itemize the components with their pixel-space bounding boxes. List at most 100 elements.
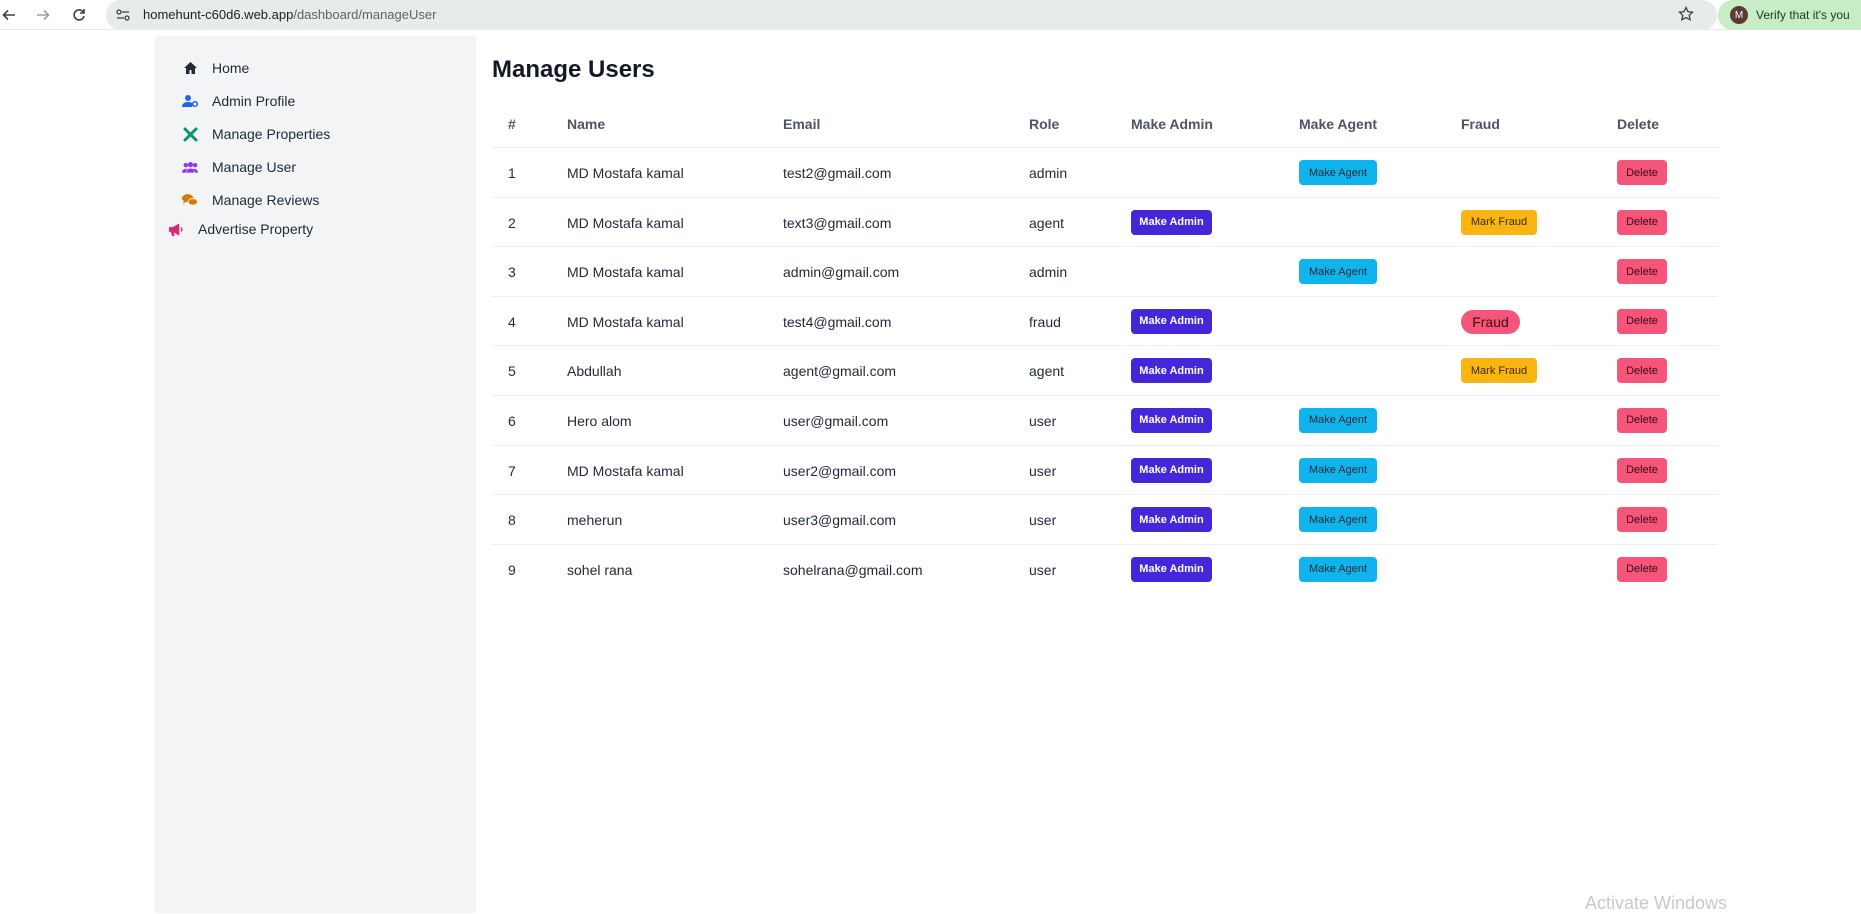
row-number: 9 [508,561,516,578]
user-role: user [1029,462,1057,479]
delete-button[interactable]: Delete [1617,407,1667,433]
mark-fraud-button[interactable]: Mark Fraud [1461,209,1537,235]
table-row: 3 MD Mostafa kamal admin@gmail.com admin Mak… [492,246,1718,296]
user-role: user [1029,512,1057,529]
url-host: homehunt-c60d6.web.app [143,7,294,22]
table-row: 2 MD Mostafa kamal text3@gmail.com agent Mak… [492,196,1718,247]
user-name: meherun [567,512,623,529]
delete-button[interactable]: Delete [1617,556,1667,582]
fraud-status-badge: Fraud [1461,309,1520,334]
user-role: user [1029,412,1057,429]
row-number: 2 [508,214,516,231]
make-admin-button[interactable]: Make Admin [1131,457,1212,483]
make-agent-button[interactable]: Make Agent [1299,556,1377,582]
tools-icon [182,126,198,142]
table-row: 5 Abdullah agent@gmail.com agent Make Admin M… [492,345,1718,395]
delete-button[interactable]: Delete [1617,160,1667,185]
user-name: MD Mostafa kamal [567,264,684,281]
sidebar-item-advertise-property[interactable]: Advertise Property [168,221,313,237]
user-role: agent [1029,214,1065,231]
sidebar-item-label: Advertise Property [198,221,314,237]
browser-toolbar: homehunt-c60d6.web.app/dashboard/manageU… [0,0,1861,30]
sidebar-item-label: Manage Properties [212,126,331,142]
sidebar-item-home[interactable]: Home [182,60,249,76]
make-agent-button[interactable]: Make Agent [1299,507,1377,533]
table-row: 8 meherun user3@gmail.com user Make Admin Mak… [492,494,1718,544]
user-name: MD Mostafa kamal [567,214,684,231]
user-email: admin@gmail.com [783,264,900,281]
sidebar-item-manage-reviews[interactable]: Manage Reviews [182,192,319,208]
user-email: test4@gmail.com [783,313,892,330]
make-admin-button[interactable]: Make Admin [1131,407,1212,433]
delete-button[interactable]: Delete [1617,507,1667,533]
column-header-email: Email [783,116,821,132]
sidebar-item-label: Home [212,60,250,76]
delete-button[interactable]: Delete [1617,308,1667,334]
back-icon[interactable] [0,4,20,26]
make-admin-button[interactable]: Make Admin [1131,209,1212,235]
sidebar-item-manage-properties[interactable]: Manage Properties [182,126,330,142]
column-header-delete: Delete [1617,116,1660,132]
user-role: user [1029,561,1057,578]
make-admin-button[interactable]: Make Admin [1131,358,1212,384]
table-row: 9 sohel rana sohelrana@gmail.com user Make A… [492,543,1718,594]
make-agent-button[interactable]: Make Agent [1299,259,1377,285]
verify-text: Verify that it's you [1756,8,1850,22]
user-email: user@gmail.com [783,412,889,429]
sidebar-item-manage-user[interactable]: Manage User [182,159,296,175]
url-text[interactable]: homehunt-c60d6.web.app/dashboard/manageU… [143,7,436,22]
make-admin-button[interactable]: Make Admin [1131,556,1212,582]
delete-button[interactable]: Delete [1617,457,1667,483]
make-agent-button[interactable]: Make Agent [1299,457,1377,483]
avatar: M [1730,6,1748,24]
sidebar-item-label: Manage Reviews [212,192,320,208]
sidebar-item-admin-profile[interactable]: Admin Profile [182,93,295,109]
column-header-fraud: Fraud [1461,116,1500,132]
make-agent-button[interactable]: Make Agent [1299,407,1377,433]
users-icon [182,159,198,175]
delete-button[interactable]: Delete [1617,358,1667,384]
user-role: admin [1029,165,1068,181]
user-role: admin [1029,264,1068,281]
sidebar-item-label: Admin Profile [212,93,296,109]
row-number: 4 [508,313,516,330]
user-name: MD Mostafa kamal [567,313,684,330]
user-name: sohel rana [567,561,633,578]
table-row: 6 Hero alom user@gmail.com user Make Admin Ma… [492,394,1718,445]
user-email: test2@gmail.com [783,165,892,181]
site-settings-icon[interactable] [115,7,131,28]
table-row: 4 MD Mostafa kamal test4@gmail.com fraud Mak… [492,295,1718,346]
make-admin-button[interactable]: Make Admin [1131,507,1212,533]
table-header: # Name Email Role Make Admin Make Agent … [492,107,1718,147]
user-email: user2@gmail.com [783,462,897,479]
make-admin-button[interactable]: Make Admin [1131,308,1212,334]
delete-button[interactable]: Delete [1617,259,1667,285]
column-header-role: Role [1029,116,1060,132]
user-name: Abdullah [567,363,622,380]
reload-icon[interactable] [68,4,90,26]
row-number: 3 [508,264,516,281]
user-role: fraud [1029,313,1061,330]
row-number: 5 [508,363,516,380]
make-agent-button[interactable]: Make Agent [1299,160,1377,185]
user-cog-icon [182,93,198,109]
sidebar-item-label: Manage User [212,159,297,175]
user-email: text3@gmail.com [783,214,892,231]
user-email: sohelrana@gmail.com [783,561,923,578]
user-name: Hero alom [567,412,632,429]
forward-icon[interactable] [32,4,54,26]
mark-fraud-button[interactable]: Mark Fraud [1461,358,1537,384]
row-number: 8 [508,512,516,529]
home-icon [182,60,198,76]
bookmark-star-icon[interactable] [1677,5,1695,27]
page-title: Manage Users [492,56,655,83]
table-row: 7 MD Mostafa kamal user2@gmail.com user Make… [492,444,1718,495]
row-number: 7 [508,462,516,479]
row-number: 6 [508,412,516,429]
table-body: 1 MD Mostafa kamal test2@gmail.com admin Mak… [492,147,1718,593]
verify-identity-button[interactable]: M Verify that it's you [1718,0,1861,30]
column-header-name: Name [567,116,606,132]
megaphone-icon [168,221,184,237]
user-name: MD Mostafa kamal [567,462,684,479]
delete-button[interactable]: Delete [1617,209,1667,235]
